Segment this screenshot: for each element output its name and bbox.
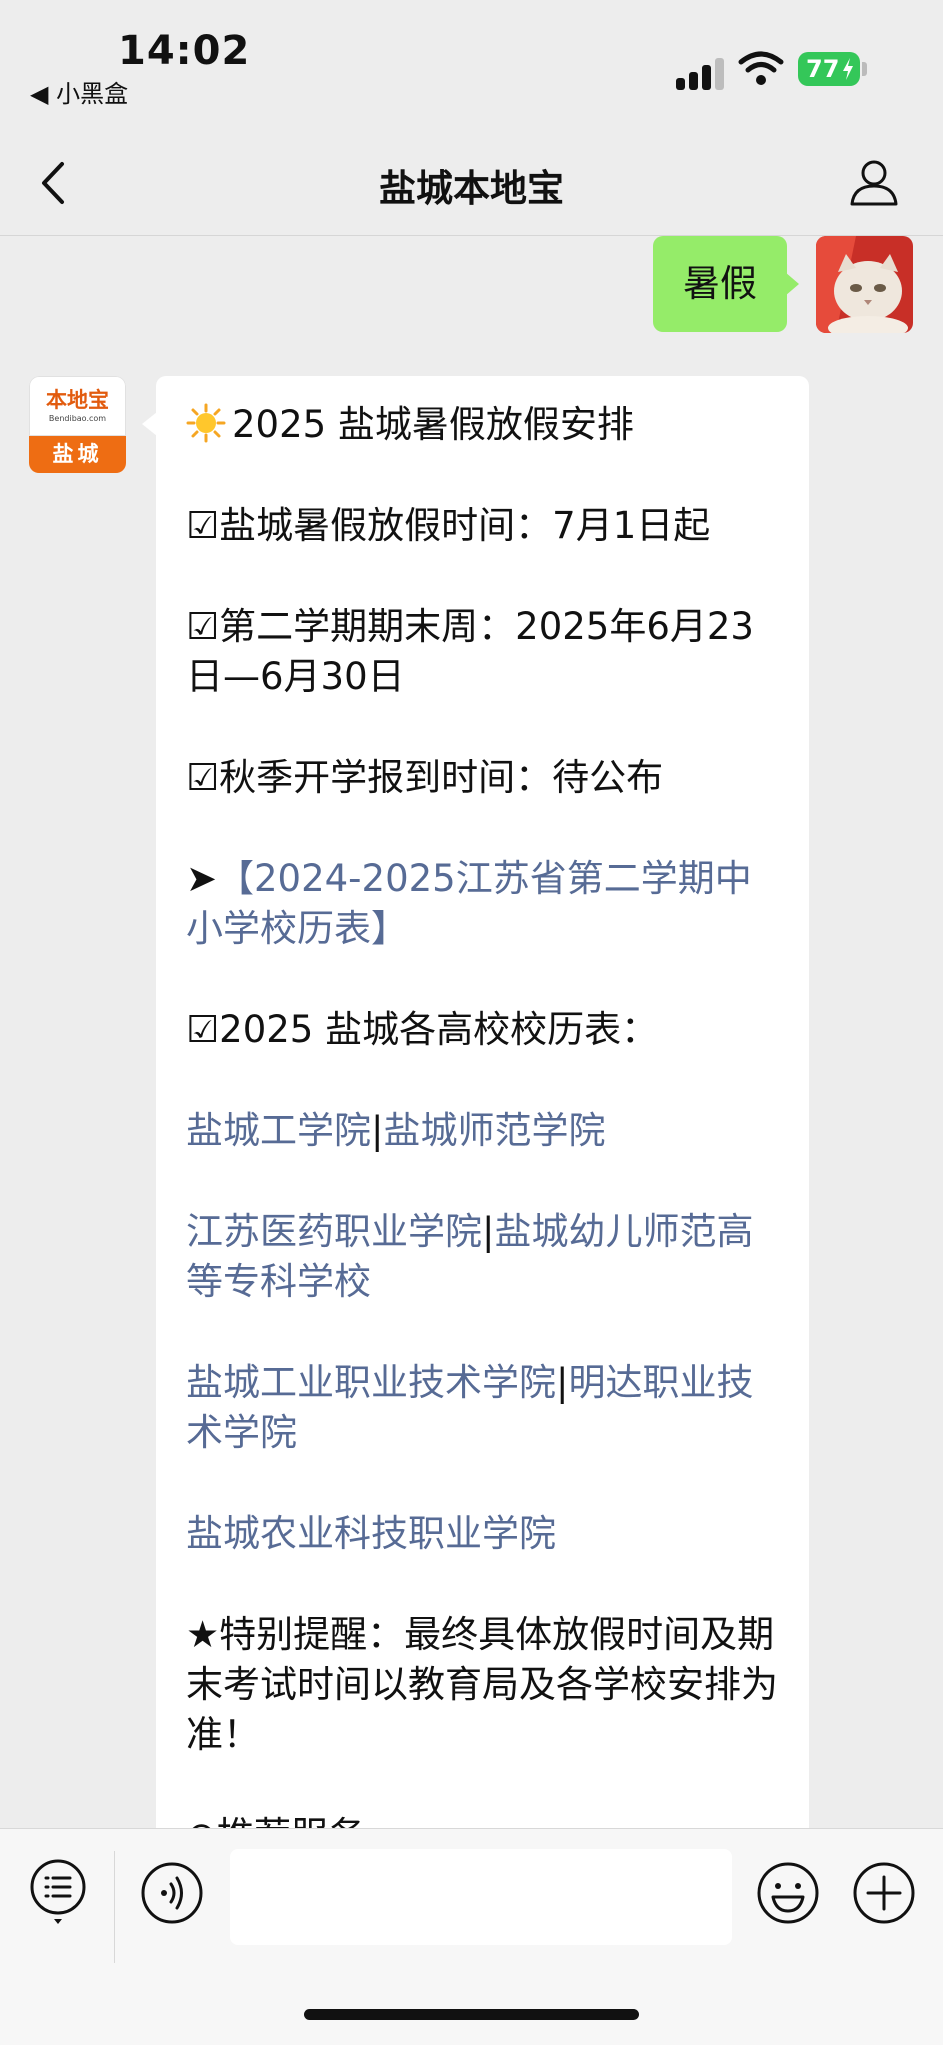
sun-icon [186, 403, 226, 443]
avatar-domain-text: Bendibao.com [48, 414, 107, 423]
college-links-row-3: 盐城工业职业技术学院|明达职业技术学院 [186, 1358, 781, 1458]
wifi-icon [738, 51, 784, 85]
user-avatar[interactable] [816, 236, 913, 333]
message-input[interactable] [230, 1849, 732, 1945]
recommended-services-heading: ⊙推荐服务 [186, 1811, 781, 1828]
calendar-link-line: ➤【2024-2025江苏省第二学期中小学校历表】 [186, 854, 781, 954]
toolbar-divider [114, 1851, 115, 1963]
jiangsu-calendar-link[interactable]: 【2024-2025江苏省第二学期中小学校历表】 [186, 857, 752, 950]
chat-area[interactable]: 暑假 本地宝 Bendibao.com 盐城 2025 盐城暑假放假安排 ☑盐城… [0, 236, 943, 1828]
home-indicator[interactable] [304, 2009, 639, 2020]
sent-message-bubble[interactable]: 暑假 [653, 236, 787, 332]
final-week-line: ☑第二学期期末周：2025年6月23日—6月30日 [186, 605, 754, 698]
nav-bar: 盐城本地宝 [0, 130, 943, 236]
college-links-row-2: 江苏医药职业学院|盐城幼儿师范高等专科学校 [186, 1207, 781, 1307]
college-link-1[interactable]: 盐城工学院 [186, 1109, 371, 1152]
plus-more-icon[interactable] [852, 1861, 916, 1925]
reply-message-bubble: 2025 盐城暑假放假安排 ☑盐城暑假放假时间：7月1日起 ☑第二学期期末周：2… [156, 376, 809, 1828]
battery-level: 77 [806, 55, 840, 83]
battery-tip [862, 62, 867, 76]
arrow-icon: ➤ [186, 857, 218, 900]
special-reminder: ★特别提醒：最终具体放假时间及期末考试时间以教育局及各学校安排为准！ [186, 1613, 778, 1756]
holiday-start-line: ☑盐城暑假放假时间：7月1日起 [186, 504, 711, 547]
reply-bubble-tail [142, 412, 157, 436]
college-links-row-4: 盐城农业科技职业学院 [186, 1509, 781, 1559]
input-toolbar [0, 1828, 943, 2045]
reply-title-line: 2025 盐城暑假放假安排 [186, 400, 781, 450]
link-separator: | [482, 1210, 495, 1253]
colleges-heading: ☑2025 盐城各高校校历表： [186, 1008, 659, 1051]
status-bar: 14:02 ◀ 小黑盒 77 [0, 0, 943, 130]
voice-input-icon[interactable] [140, 1861, 204, 1925]
college-link-3[interactable]: 江苏医药职业学院 [186, 1210, 482, 1253]
college-link-7[interactable]: 盐城农业科技职业学院 [186, 1512, 556, 1555]
cellular-signal-icon [676, 56, 726, 90]
menu-list-icon[interactable] [28, 1859, 88, 1925]
sent-bubble-tail [785, 272, 799, 296]
avatar-city-text: 盐城 [29, 436, 126, 473]
college-links-row-1: 盐城工学院|盐城师范学院 [186, 1106, 781, 1156]
link-separator: | [371, 1109, 384, 1152]
autumn-start-line: ☑秋季开学报到时间：待公布 [186, 756, 664, 799]
reply-title: 2025 盐城暑假放假安排 [232, 403, 634, 446]
status-time: 14:02 [118, 28, 251, 74]
official-account-avatar[interactable]: 本地宝 Bendibao.com 盐城 [29, 376, 126, 473]
link-separator: | [556, 1361, 569, 1404]
emoji-icon[interactable] [756, 1861, 820, 1925]
battery-icon: 77 [798, 52, 860, 86]
back-to-app-link[interactable]: ◀ 小黑盒 [30, 74, 128, 109]
profile-icon[interactable] [848, 156, 900, 208]
chat-title: 盐城本地宝 [379, 167, 564, 210]
college-link-2[interactable]: 盐城师范学院 [383, 1109, 605, 1152]
avatar-brand-text: 本地宝 [46, 388, 109, 412]
college-link-5[interactable]: 盐城工业职业技术学院 [186, 1361, 556, 1404]
